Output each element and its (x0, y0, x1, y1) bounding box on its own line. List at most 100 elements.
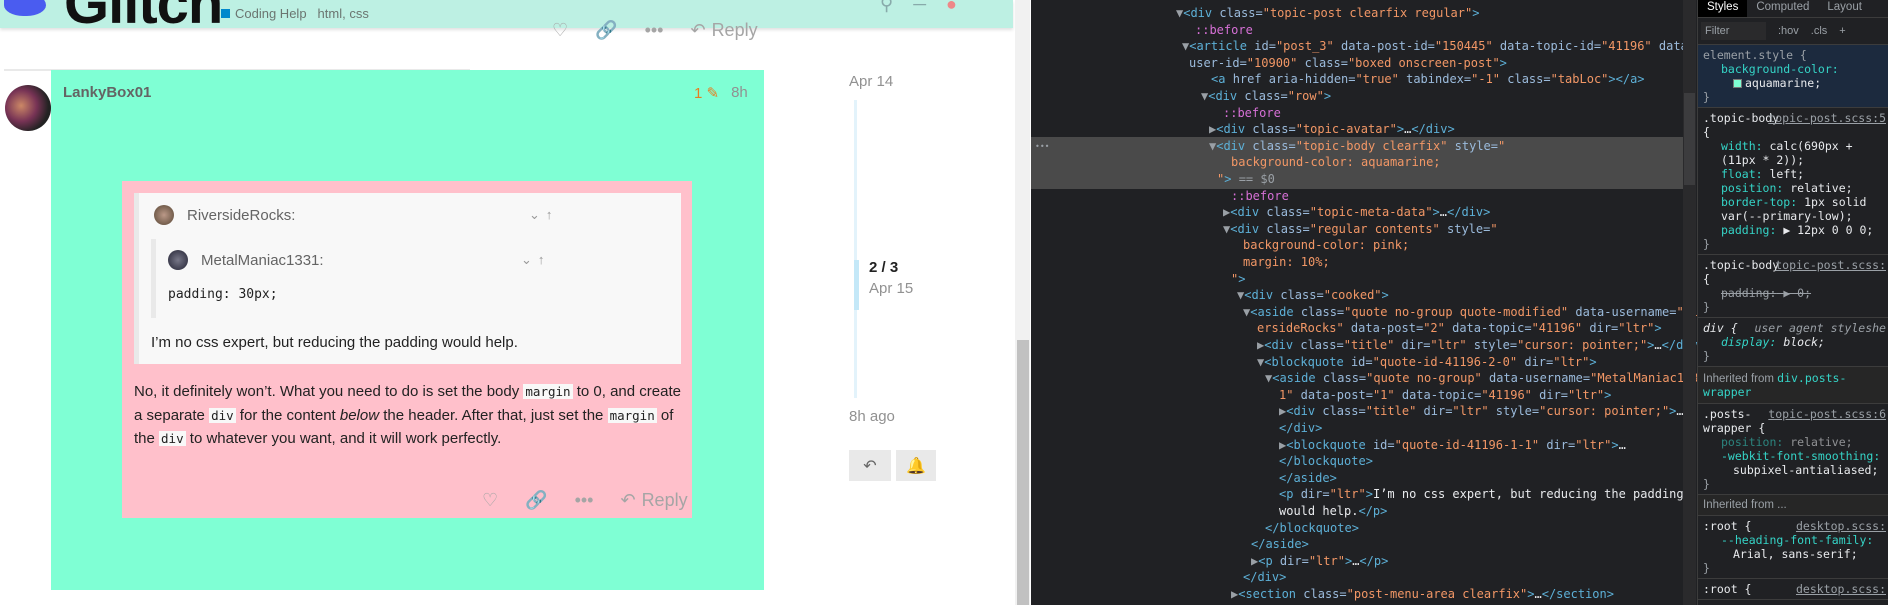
dom-token: > (1472, 6, 1480, 20)
elements-scrollbar[interactable] (1683, 0, 1696, 605)
value[interactable]: relative; (1790, 435, 1852, 449)
property[interactable]: padding: (1721, 223, 1776, 237)
logo-icon[interactable] (4, 0, 46, 16)
dom-token: <div (1216, 138, 1253, 153)
page-scrollbar-thumb[interactable] (1017, 340, 1029, 605)
quote-title[interactable]: MetalManiac1331: (168, 250, 324, 270)
property[interactable]: position: (1721, 181, 1783, 195)
dom-token: "1" (1372, 387, 1395, 402)
share-link-icon[interactable]: 🔗 (525, 490, 547, 511)
quoted-code: padding: 30px; (168, 287, 278, 302)
property[interactable]: border-top: (1721, 195, 1797, 209)
value[interactable]: aquamarine; (1745, 76, 1821, 90)
dom-token: class= (1266, 205, 1310, 220)
dom-token: "cursor: pointer;" (1539, 404, 1670, 419)
reply-button[interactable]: ↶ Reply (620, 490, 687, 511)
value[interactable]: ▶ 12px 0 0 0; (1783, 223, 1873, 237)
new-rule-button[interactable]: + (1839, 25, 1845, 37)
timeline-reply-button[interactable]: ↶ (849, 450, 891, 481)
dom-token: </p> (1359, 553, 1389, 568)
css-rule-user-agent-div: user agent styleshe div { display: block… (1698, 318, 1888, 367)
hov-toggle[interactable]: :hov (1778, 25, 1799, 37)
element-style-rule[interactable]: element.style { background-color: aquama… (1698, 45, 1888, 108)
dom-token: > (1604, 387, 1612, 402)
value[interactable]: Arial, sans-serif; (1703, 547, 1883, 561)
dom-token: "topic-avatar" (1295, 122, 1397, 137)
more-dots-icon[interactable]: ••• (575, 490, 594, 511)
css-rule-root-2: desktop.scss: :root { (1698, 579, 1888, 600)
css-rule-posts-wrapper: topic-post.scss:6 .posts-wrapper { posit… (1698, 404, 1888, 495)
tab-layout[interactable]: Layout (1818, 0, 1871, 17)
timeline-start-date[interactable]: Apr 14 (849, 73, 893, 90)
site-logo[interactable]: Glitch (64, 0, 223, 37)
dom-token: </div> (1279, 421, 1323, 435)
devtools-styles-pane: Styles Computed Layout Filter :hov .cls … (1697, 0, 1888, 605)
property[interactable]: position: (1721, 435, 1783, 449)
elements-scrollbar-thumb[interactable] (1684, 93, 1695, 185)
value[interactable]: ▶ 0; (1783, 286, 1811, 300)
dom-token: user-id= (1189, 55, 1247, 70)
property[interactable]: --heading-font-family: (1703, 533, 1883, 547)
source-link[interactable]: topic-post.scss: (1775, 258, 1886, 272)
topic-tags[interactable]: html, css (318, 6, 369, 21)
dom-token: "post-menu-area clearfix" (1346, 587, 1528, 601)
tab-computed[interactable]: Computed (1747, 0, 1818, 17)
dom-token: ::before (1231, 188, 1289, 203)
edit-history-button[interactable]: 1 ✎ (694, 84, 719, 102)
like-heart-icon[interactable]: ♡ (482, 490, 498, 511)
color-swatch[interactable] (1733, 79, 1742, 88)
hamburger-menu-icon[interactable]: ─ (913, 0, 926, 15)
property[interactable]: width: (1721, 139, 1763, 153)
dom-token: > (1381, 288, 1389, 303)
category-link[interactable]: Coding Help (235, 6, 307, 21)
dom-token: </aside> (1279, 470, 1337, 485)
dom-token: > (1365, 487, 1373, 502)
reply-label: Reply (711, 20, 758, 40)
source-link[interactable]: topic-post.scss:6 (1768, 407, 1886, 421)
dom-token: > (1432, 205, 1440, 220)
reply-button[interactable]: ↶ Reply (690, 20, 757, 41)
tab-styles[interactable]: Styles (1698, 0, 1748, 17)
cls-toggle[interactable]: .cls (1811, 25, 1828, 37)
quote-expand-collapse-icons[interactable]: ⌄↑ (521, 252, 550, 268)
property[interactable]: background-color: (1703, 62, 1883, 76)
dom-token: <div (1230, 221, 1267, 236)
more-dots-icon[interactable]: ••• (645, 20, 664, 41)
dom-token: "ltr" (1553, 354, 1590, 369)
timeline-handle[interactable] (854, 260, 859, 310)
quote-expand-collapse-icons[interactable]: ⌄↑ (529, 207, 558, 223)
dom-token: <blockquote (1286, 437, 1373, 452)
dom-node-line[interactable]: ▶<section class="post-menu-area clearfix… (1031, 585, 1683, 604)
avatar[interactable] (5, 85, 51, 131)
quote-title[interactable]: RiversideRocks: (154, 205, 295, 225)
css-rule-root: desktop.scss: :root { --heading-font-fam… (1698, 516, 1888, 579)
search-icon[interactable]: ⚲ (880, 0, 893, 15)
dom-token: <div (1183, 6, 1220, 20)
timeline-end-date[interactable]: 8h ago (849, 408, 895, 425)
value[interactable]: subpixel-antialiased; (1703, 463, 1883, 477)
user-avatar-icon[interactable]: ● (946, 0, 957, 15)
like-heart-icon[interactable]: ♡ (552, 20, 568, 41)
property[interactable]: padding: (1721, 286, 1776, 300)
reply-label: Reply (641, 490, 688, 510)
value[interactable]: relative; (1790, 181, 1852, 195)
dom-token: style= (1439, 221, 1491, 236)
dom-token: dir= (1394, 338, 1431, 352)
share-link-icon[interactable]: 🔗 (595, 20, 617, 41)
source-link[interactable]: desktop.scss: (1796, 519, 1886, 533)
dom-token: … (1654, 338, 1662, 352)
value[interactable]: left; (1769, 167, 1804, 181)
timeline-scroller-track[interactable] (854, 100, 857, 398)
quote-avatar (168, 250, 188, 270)
source-link[interactable]: topic-post.scss:5 (1768, 111, 1886, 125)
dom-token: class= (1219, 6, 1263, 20)
quote-avatar (154, 205, 174, 225)
filter-input[interactable]: Filter (1701, 22, 1766, 40)
post-username[interactable]: LankyBox01 (63, 84, 151, 101)
property[interactable]: float: (1721, 167, 1763, 181)
source-link[interactable]: desktop.scss: (1796, 582, 1886, 596)
dom-token: "ltr" (1452, 404, 1489, 419)
notification-button[interactable]: 🔔 (896, 450, 936, 481)
property[interactable]: -webkit-font-smoothing: (1703, 449, 1883, 463)
post-date[interactable]: 8h (731, 84, 748, 102)
